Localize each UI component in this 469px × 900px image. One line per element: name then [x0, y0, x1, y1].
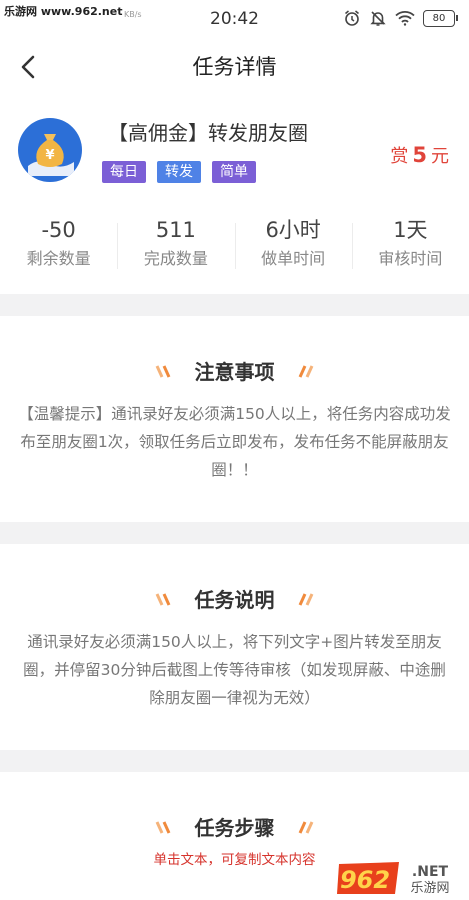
stat-label: 剩余数量: [26, 249, 91, 268]
stat-work-time: 6小时 做单时间: [234, 215, 352, 277]
reward-amount: 赏5元: [390, 142, 449, 168]
tag-forward: 转发: [157, 161, 201, 183]
right-stripe-icon: [298, 820, 313, 834]
description-section: 任务说明 通讯录好友必须满150人以上，将下列文字+图片转发至朋友圈，并停留30…: [0, 544, 469, 750]
watermark-cn: 乐游网: [410, 881, 449, 896]
task-stats: -50 剩余数量 511 完成数量 6小时 做单时间 1天 审核时间: [0, 215, 469, 277]
description-text: 通讯录好友必须满150人以上，将下列文字+图片转发至朋友圈，并停留30分钟后截图…: [23, 633, 446, 707]
page-title: 任务详情: [192, 55, 277, 79]
status-bar: 乐游网 www.962.net KB/s 20:42 80: [0, 0, 469, 36]
reward-prefix: 赏: [390, 146, 409, 167]
watermark-number: 962: [340, 866, 390, 894]
stat-value: -50: [41, 218, 76, 242]
stat-value: 511: [155, 218, 196, 242]
stat-value: 6小时: [265, 218, 321, 242]
task-title: 【高佣金】转发朋友圈: [108, 121, 308, 145]
task-summary-card: ¥ 【高佣金】转发朋友圈 每日 转发 简单 赏5元 -50 剩余数量 511 完…: [0, 98, 469, 294]
left-stripe-icon: [156, 592, 171, 606]
steps-title: 任务步骤: [194, 816, 275, 840]
tag-simple: 简单: [212, 161, 256, 183]
watermark-logo: 962 .NET 乐游网: [335, 860, 463, 896]
section-divider: [0, 750, 469, 772]
alarm-icon: [345, 10, 359, 26]
stat-label: 做单时间: [261, 249, 326, 268]
right-stripe-icon: [298, 592, 313, 606]
nav-bar: 任务详情: [0, 36, 469, 98]
left-stripe-icon: [156, 820, 171, 834]
section-divider: [0, 522, 469, 544]
stat-remaining: -50 剩余数量: [0, 215, 117, 277]
task-tags: 每日 转发 简单: [102, 161, 256, 183]
stat-review-time: 1天 审核时间: [351, 215, 469, 277]
notice-section: 注意事项 【温馨提示】通讯录好友必须满150人以上，将任务内容成功发布至朋友圈1…: [0, 316, 469, 522]
money-bag-icon: ¥: [18, 118, 82, 182]
wifi-icon: [395, 11, 415, 26]
reward-unit: 元: [431, 146, 449, 167]
mute-bell-icon: [370, 11, 386, 26]
reward-value: 5: [412, 143, 427, 167]
tag-daily: 每日: [102, 161, 146, 183]
notice-title: 注意事项: [194, 360, 275, 384]
stat-label: 审核时间: [378, 249, 443, 268]
battery-indicator: 80: [423, 9, 458, 27]
stat-value: 1天: [393, 218, 428, 242]
description-title: 任务说明: [194, 588, 275, 612]
stat-label: 完成数量: [143, 249, 208, 268]
notice-text: 【温馨提示】通讯录好友必须满150人以上，将任务内容成功发布至朋友圈1次，领取任…: [18, 405, 451, 479]
section-divider: [0, 294, 469, 316]
notice-header: 注意事项: [0, 356, 469, 385]
left-stripe-icon: [156, 364, 171, 378]
right-stripe-icon: [298, 364, 313, 378]
svg-text:¥: ¥: [45, 148, 54, 163]
stat-completed: 511 完成数量: [117, 215, 234, 277]
description-header: 任务说明: [0, 584, 469, 613]
watermark-suffix: .NET: [412, 864, 449, 880]
status-icons: 80: [343, 9, 458, 27]
steps-header: 任务步骤: [0, 812, 469, 841]
